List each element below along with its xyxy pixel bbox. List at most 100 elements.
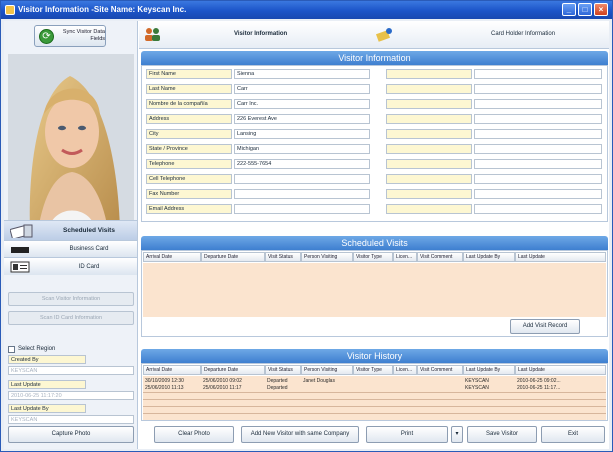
column-header[interactable]: Visit Comment: [417, 365, 463, 375]
visitor-field-input[interactable]: Sienna: [234, 69, 370, 79]
column-header[interactable]: Visit Status: [265, 365, 301, 375]
select-region-checkbox[interactable]: [8, 346, 15, 353]
extra-field-row: [386, 144, 604, 154]
visitor-history-panel: Arrival Date Departure Date Visit Status Pe…: [141, 363, 608, 421]
extra-field-input[interactable]: [474, 189, 602, 199]
visitor-field-input[interactable]: Carr: [234, 84, 370, 94]
column-header[interactable]: Licen...: [393, 365, 417, 375]
extra-field-label: [386, 189, 472, 199]
visitor-field-row: Cell Telephone: [146, 174, 372, 184]
nav-scheduled-visits[interactable]: Scheduled Visits: [4, 220, 137, 240]
visitor-field-label: Cell Telephone: [146, 174, 232, 184]
column-header[interactable]: Person Visiting: [301, 365, 353, 375]
visitor-history-grid[interactable]: 30/10/2009 12:30 25/06/2010 09:02 Departed…: [143, 376, 606, 420]
scan-id-card-button[interactable]: Scan ID Card Information: [8, 311, 134, 325]
tab-card-holder-information[interactable]: Card Holder Information: [371, 21, 609, 49]
extra-field-row: [386, 114, 604, 124]
left-sidebar: ⟳ Sync Visitor Data Fields Scheduled Vis…: [4, 21, 138, 449]
grid-line: [143, 399, 606, 400]
visitor-information-header: Visitor Information: [141, 51, 608, 65]
column-header[interactable]: Licen...: [393, 252, 417, 262]
visitor-field-input[interactable]: [234, 189, 370, 199]
extra-field-row: [386, 129, 604, 139]
visitor-field-input[interactable]: Carr Inc.: [234, 99, 370, 109]
column-header[interactable]: Arrival Date: [143, 365, 201, 375]
card-swipe-icon: [9, 224, 34, 240]
tab-visitor-information[interactable]: Visitor Information: [139, 21, 369, 49]
sync-label: Sync Visitor Data Fields: [62, 29, 105, 42]
title-bar: Visitor Information -Site Name: Keyscan …: [1, 1, 612, 19]
exit-button[interactable]: Exit: [541, 426, 605, 443]
visitor-field-input[interactable]: 222-555-7654: [234, 159, 370, 169]
visitor-photo: [8, 54, 134, 230]
column-header[interactable]: Departure Date: [201, 252, 265, 262]
business-card-icon: [10, 246, 34, 256]
id-card-icon: [10, 261, 34, 275]
extra-field-label: [386, 114, 472, 124]
column-header[interactable]: Last Update: [515, 365, 606, 375]
nav-id-card[interactable]: ID Card: [4, 257, 137, 275]
save-visitor-button[interactable]: Save Visitor: [467, 426, 537, 443]
visitor-field-input[interactable]: 226 Everest Ave: [234, 114, 370, 124]
visitor-field-input[interactable]: [234, 174, 370, 184]
history-cell: Departed: [267, 385, 288, 391]
visitor-field-row: Email Address: [146, 204, 372, 214]
extra-field-input[interactable]: [474, 114, 602, 124]
add-new-visitor-button[interactable]: Add New Visitor with same Company: [241, 426, 359, 443]
scheduled-visits-grid[interactable]: [143, 263, 606, 317]
visitor-field-label: State / Province: [146, 144, 232, 154]
extra-field-input[interactable]: [474, 159, 602, 169]
visitor-information-window: Visitor Information -Site Name: Keyscan …: [0, 0, 613, 452]
column-header[interactable]: Visit Status: [265, 252, 301, 262]
visitor-field-label: Fax Number: [146, 189, 232, 199]
print-dropdown-button[interactable]: ▾: [451, 426, 463, 443]
last-update-label: Last Update: [8, 380, 86, 389]
column-header[interactable]: Visitor Type: [353, 365, 393, 375]
visitor-information-panel: First Name Sienna Last Name Carr Nombre de l…: [141, 65, 608, 222]
extra-field-row: [386, 189, 604, 199]
add-visit-record-button[interactable]: Add Visit Record: [510, 319, 580, 334]
visitor-field-row: Nombre de la compañía Carr Inc.: [146, 99, 372, 109]
close-button[interactable]: ×: [594, 3, 608, 16]
visitor-field-input[interactable]: Lansing: [234, 129, 370, 139]
visitor-portrait: [8, 54, 134, 230]
extra-field-input[interactable]: [474, 99, 602, 109]
column-header[interactable]: Last Update By: [463, 365, 515, 375]
extra-field-label: [386, 99, 472, 109]
sync-visitor-data-button[interactable]: ⟳ Sync Visitor Data Fields: [34, 25, 106, 47]
extra-field-input[interactable]: [474, 84, 602, 94]
tab-label-card-holder-information: Card Holder Information: [491, 31, 556, 37]
column-header[interactable]: Last Update: [515, 252, 606, 262]
column-header[interactable]: Last Update By: [463, 252, 515, 262]
column-header[interactable]: Person Visiting: [301, 252, 353, 262]
clear-photo-button[interactable]: Clear Photo: [154, 426, 234, 443]
grid-line: [143, 413, 606, 414]
visitor-field-label: City: [146, 129, 232, 139]
visitor-field-label: First Name: [146, 69, 232, 79]
capture-photo-button[interactable]: Capture Photo: [8, 426, 134, 443]
visitor-field-row: Address 226 Everest Ave: [146, 114, 372, 124]
column-header[interactable]: Departure Date: [201, 365, 265, 375]
column-header[interactable]: Arrival Date: [143, 252, 201, 262]
scan-visitor-information-button[interactable]: Scan Visitor Information: [8, 292, 134, 306]
sync-icon: ⟳: [39, 29, 54, 44]
minimize-button[interactable]: _: [562, 3, 576, 16]
column-header[interactable]: Visit Comment: [417, 252, 463, 262]
nav-business-card[interactable]: Business Card: [4, 240, 137, 257]
extra-field-input[interactable]: [474, 204, 602, 214]
extra-field-input[interactable]: [474, 144, 602, 154]
print-button[interactable]: Print: [366, 426, 448, 443]
visitor-field-input[interactable]: Michigan: [234, 144, 370, 154]
maximize-button[interactable]: □: [578, 3, 592, 16]
column-header[interactable]: Visitor Type: [353, 252, 393, 262]
visitor-field-row: City Lansing: [146, 129, 372, 139]
extra-field-input[interactable]: [474, 129, 602, 139]
visitors-icon: [143, 26, 163, 44]
scheduled-visits-panel: Arrival Date Departure Date Visit Status Pe…: [141, 250, 608, 337]
history-cell: KEYSCAN: [465, 378, 489, 384]
select-region-label: Select Region: [18, 346, 56, 352]
visitor-field-input[interactable]: [234, 204, 370, 214]
extra-field-input[interactable]: [474, 69, 602, 79]
extra-field-input[interactable]: [474, 174, 602, 184]
history-cell: 2010-06-25 11:17...: [517, 385, 561, 391]
